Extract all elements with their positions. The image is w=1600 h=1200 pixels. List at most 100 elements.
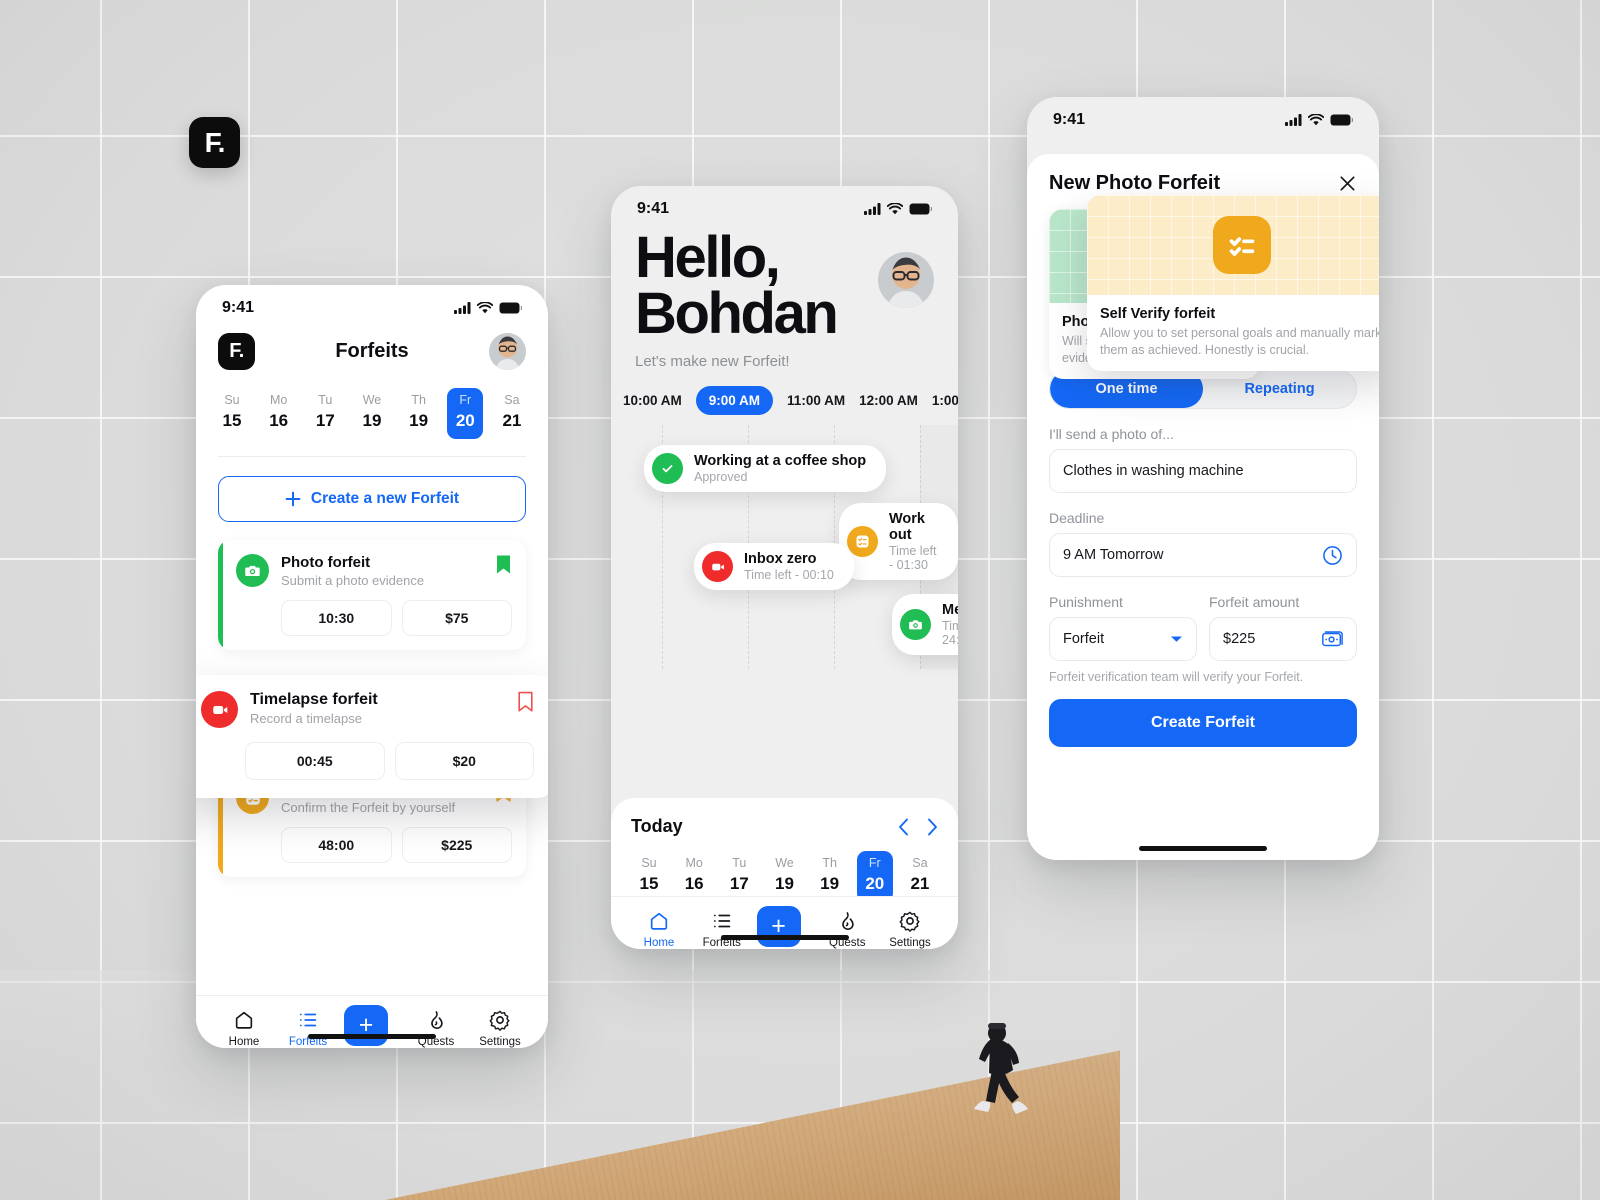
day-cell[interactable]: We 19	[354, 388, 390, 439]
day-cell[interactable]: Mo 16	[261, 388, 297, 439]
punishment-amount-row: Punishment Forfeit Forfeit amount $225	[1049, 577, 1357, 661]
today-title: Today	[631, 816, 683, 836]
forfeit-card-timelapse[interactable]: Timelapse forfeit Record a timelapse 00:…	[196, 675, 548, 798]
day-cell[interactable]: Th 19	[401, 388, 437, 439]
hour-chip[interactable]: 10:00 AM	[623, 393, 682, 408]
forfeit-amount-pill[interactable]: $75	[401, 600, 512, 636]
today-card: Today Su 15 Mo 16 Tu 17 We 19 Th 19 Fr 2…	[611, 798, 958, 949]
deadline-input[interactable]: 9 AM Tomorrow	[1049, 533, 1357, 577]
amount-input[interactable]: $225	[1209, 617, 1357, 661]
plus-icon[interactable]: +	[344, 1005, 388, 1046]
new-forfeit-sheet: New Photo Forfeit Photo forfeit Will sen…	[1027, 154, 1379, 860]
day-cell[interactable]: Su 15	[631, 851, 667, 902]
day-cell[interactable]: Su 15	[214, 388, 250, 439]
avatar[interactable]	[878, 252, 934, 308]
tab-settings[interactable]: Settings	[882, 908, 938, 949]
hour-chip[interactable]: 11:00 AM	[787, 393, 845, 408]
page-title: Forfeits	[335, 340, 409, 362]
hour-chip-selected[interactable]: 9:00 AM	[695, 386, 774, 416]
forfeit-card-photo[interactable]: Photo forfeit Submit a photo evidence 10…	[218, 540, 526, 650]
timeline-task[interactable]: Meditate Time left - 24:00	[892, 594, 958, 656]
app-header: F. Forfeits	[196, 323, 548, 370]
punishment-select[interactable]: Forfeit	[1049, 617, 1197, 661]
bookmark-icon[interactable]	[495, 554, 512, 576]
tab-quests[interactable]: Quests	[819, 908, 875, 949]
day-cell[interactable]: Tu 17	[721, 851, 757, 902]
home-indicator	[1139, 846, 1267, 851]
type-card-thumb	[1087, 195, 1379, 295]
type-card-name: Self Verify forfeit	[1100, 306, 1216, 322]
next-week-button[interactable]	[927, 818, 938, 836]
sheet-header: New Photo Forfeit	[1049, 172, 1357, 195]
tab-home[interactable]: Home	[631, 908, 687, 949]
phone-forfeits-list: 9:41 F. Forfeits Su 15 Mo 16 Tu 17 We 19…	[196, 285, 548, 1048]
task-title: Inbox zero	[744, 551, 817, 568]
day-of-week: Sa	[912, 856, 928, 870]
day-of-week: Fr	[459, 393, 472, 407]
status-time: 9:41	[222, 299, 255, 316]
day-cell[interactable]: Sa 21	[494, 388, 530, 439]
greeting-block: Hello, Bohdan	[611, 224, 958, 342]
forfeit-time-pill[interactable]: 00:45	[245, 742, 385, 780]
check-icon	[652, 453, 683, 485]
phone-home: 9:41 Hello, Bohdan Let's make new Forfei…	[611, 186, 958, 949]
day-cell[interactable]: Th 19	[812, 851, 848, 902]
day-of-week: We	[362, 393, 382, 407]
forfeit-amount-pill[interactable]: $225	[401, 827, 512, 863]
tab-forfeits[interactable]: Forfeits	[694, 908, 750, 949]
status-icons	[454, 302, 522, 314]
timeline-task[interactable]: Working at a coffee shop Approved	[644, 445, 887, 493]
clock-icon[interactable]	[1322, 545, 1343, 566]
wifi-icon	[1308, 114, 1324, 126]
avatar[interactable]	[489, 333, 526, 370]
forfeit-time-pill[interactable]: 48:00	[281, 827, 392, 863]
tab-quests[interactable]: Quests	[408, 1007, 464, 1048]
punishment-label: Punishment	[1049, 594, 1123, 610]
day-number: 16	[269, 411, 289, 430]
bookmark-icon[interactable]	[517, 691, 534, 713]
header-logo[interactable]: F.	[218, 333, 255, 370]
wooden-ramp	[0, 970, 1120, 1200]
tab-settings[interactable]: Settings	[472, 1007, 528, 1048]
gear-icon	[472, 1007, 528, 1032]
hour-chip[interactable]: 1:00	[932, 393, 958, 408]
day-cell[interactable]: Mo 16	[676, 851, 712, 902]
day-cell-selected[interactable]: Fr 20	[856, 851, 893, 902]
create-forfeit-button[interactable]: Create a new Forfeit	[218, 476, 526, 522]
task-sub: Time left - 00:10	[744, 568, 834, 583]
day-cell[interactable]: We 19	[766, 851, 802, 902]
prev-week-button[interactable]	[898, 818, 909, 836]
day-of-week: We	[775, 856, 794, 870]
tab-add[interactable]: +	[756, 906, 813, 947]
day-cell-selected[interactable]: Fr 20	[447, 388, 484, 439]
close-icon[interactable]	[1338, 174, 1357, 193]
tab-home[interactable]: Home	[216, 1007, 272, 1048]
day-cell[interactable]: Tu 17	[307, 388, 343, 439]
app-logo-mark: F.	[189, 117, 240, 168]
photo-input[interactable]: Clothes in washing machine	[1049, 449, 1357, 493]
create-forfeit-submit[interactable]: Create Forfeit	[1049, 699, 1357, 747]
flame-icon	[408, 1007, 464, 1032]
tab-add[interactable]: +	[344, 1005, 400, 1046]
forfeit-time-pill[interactable]: 10:30	[281, 600, 392, 636]
today-header: Today	[631, 816, 938, 837]
timeline-task[interactable]: Inbox zero Time left - 00:10	[694, 543, 854, 591]
day-cell[interactable]: Sa 21	[902, 851, 938, 902]
day-of-week: Mo	[685, 856, 703, 870]
gear-icon	[882, 908, 938, 933]
tab-forfeits[interactable]: Forfeits	[280, 1007, 336, 1048]
type-card-selfverify[interactable]: Self Verify forfeit Allow you to set per…	[1087, 195, 1379, 371]
wifi-icon	[477, 302, 493, 314]
day-of-week: Th	[822, 856, 837, 870]
list-icon	[694, 908, 750, 933]
checklist-icon	[847, 526, 878, 558]
hour-chip[interactable]: 12:00 AM	[859, 393, 918, 408]
home-icon	[631, 908, 687, 933]
status-bar: 9:41	[1027, 97, 1379, 135]
plus-icon[interactable]: +	[756, 906, 801, 947]
money-icon[interactable]	[1321, 630, 1343, 649]
timeline-task[interactable]: Work out Time left - 01:30	[839, 503, 958, 581]
day-number: 19	[820, 874, 840, 893]
chevron-down-icon[interactable]	[1170, 635, 1183, 643]
forfeit-amount-pill[interactable]: $20	[394, 742, 534, 780]
